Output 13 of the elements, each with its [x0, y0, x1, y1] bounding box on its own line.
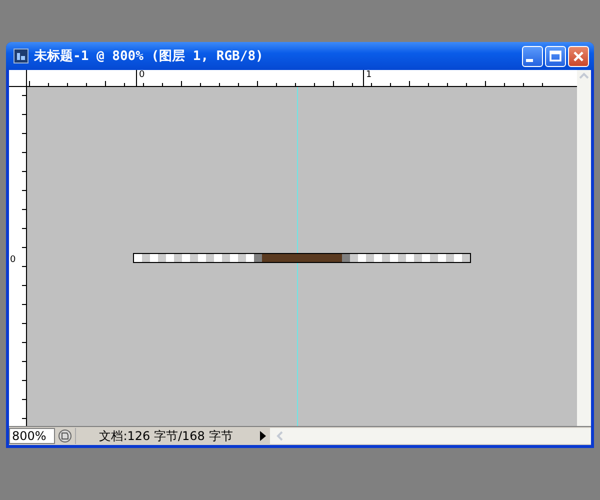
minimize-icon	[526, 59, 533, 62]
app-icon	[13, 48, 29, 64]
ruler-label: 0	[10, 255, 16, 265]
ruler-label: 1	[363, 70, 372, 86]
maximize-button[interactable]	[545, 46, 566, 66]
document-info: 文档:126 字节/168 字节	[98, 428, 234, 444]
minimize-button[interactable]	[522, 46, 543, 66]
close-button[interactable]	[568, 46, 589, 66]
right-triangle-icon	[259, 431, 267, 441]
ruler-origin[interactable]	[9, 70, 27, 87]
ruler-label: 0	[136, 70, 145, 86]
zoom-field[interactable]: 800%	[9, 428, 55, 444]
window-title: 未标题-1 @ 800% (图层 1, RGB/8)	[34, 48, 264, 65]
